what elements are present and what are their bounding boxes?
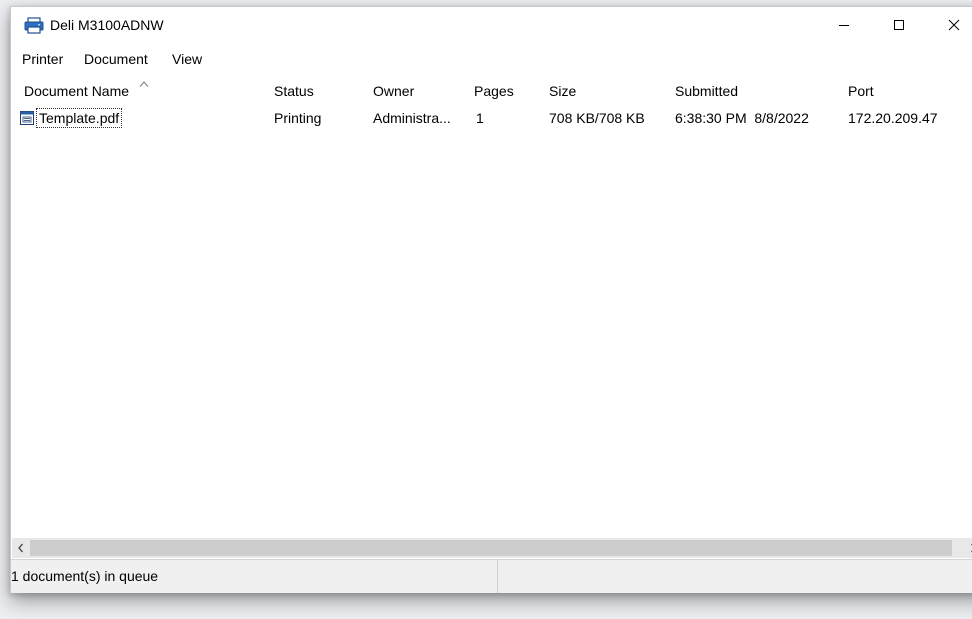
column-header-document-name[interactable]: Document Name (24, 81, 129, 101)
menu-printer[interactable]: Printer (22, 49, 63, 69)
maximize-icon (894, 20, 904, 30)
chevron-right-icon (970, 543, 972, 553)
owner-cell: Administra... (373, 110, 451, 126)
submitted-cell: 6:38:30 PM 8/8/2022 (675, 110, 809, 126)
close-button[interactable] (931, 7, 972, 43)
column-header-status[interactable]: Status (274, 81, 314, 101)
scroll-thumb[interactable] (30, 540, 952, 556)
close-icon (948, 19, 960, 31)
column-header-pages[interactable]: Pages (474, 81, 514, 101)
column-header-owner[interactable]: Owner (373, 81, 414, 101)
menu-document[interactable]: Document (84, 49, 148, 69)
port-cell: 172.20.209.47 (848, 110, 938, 126)
queue-status-text: 1 document(s) in queue (11, 568, 159, 584)
maximize-button[interactable] (876, 7, 922, 43)
column-header-size[interactable]: Size (549, 81, 576, 101)
minimize-icon (839, 25, 849, 26)
menu-view[interactable]: View (172, 49, 202, 69)
size-cell: 708 KB/708 KB (549, 110, 645, 126)
document-list: Document Name Status Owner Pages Size Su… (12, 71, 972, 537)
printer-icon (24, 17, 44, 35)
status-divider (497, 560, 498, 593)
chevron-left-icon (17, 543, 23, 553)
scroll-right-button[interactable] (964, 538, 972, 558)
document-name-cell[interactable]: Template.pdf (36, 108, 123, 128)
column-header-submitted[interactable]: Submitted (675, 81, 738, 101)
scroll-left-button[interactable] (12, 538, 29, 558)
horizontal-scrollbar[interactable] (12, 538, 972, 558)
title-bar[interactable]: Deli M3100ADNW (11, 7, 972, 43)
status-bar: 1 document(s) in queue (11, 559, 972, 593)
status-cell: Printing (274, 110, 322, 126)
sort-ascending-icon (139, 74, 149, 90)
column-header-port[interactable]: Port (848, 81, 874, 101)
print-queue-window: Deli M3100ADNW Printer Document View Doc… (10, 6, 972, 593)
minimize-button[interactable] (821, 7, 867, 43)
pages-cell: 1 (476, 110, 484, 126)
window-title: Deli M3100ADNW (50, 17, 164, 33)
document-icon (20, 111, 34, 125)
menu-bar: Printer Document View (11, 49, 972, 69)
